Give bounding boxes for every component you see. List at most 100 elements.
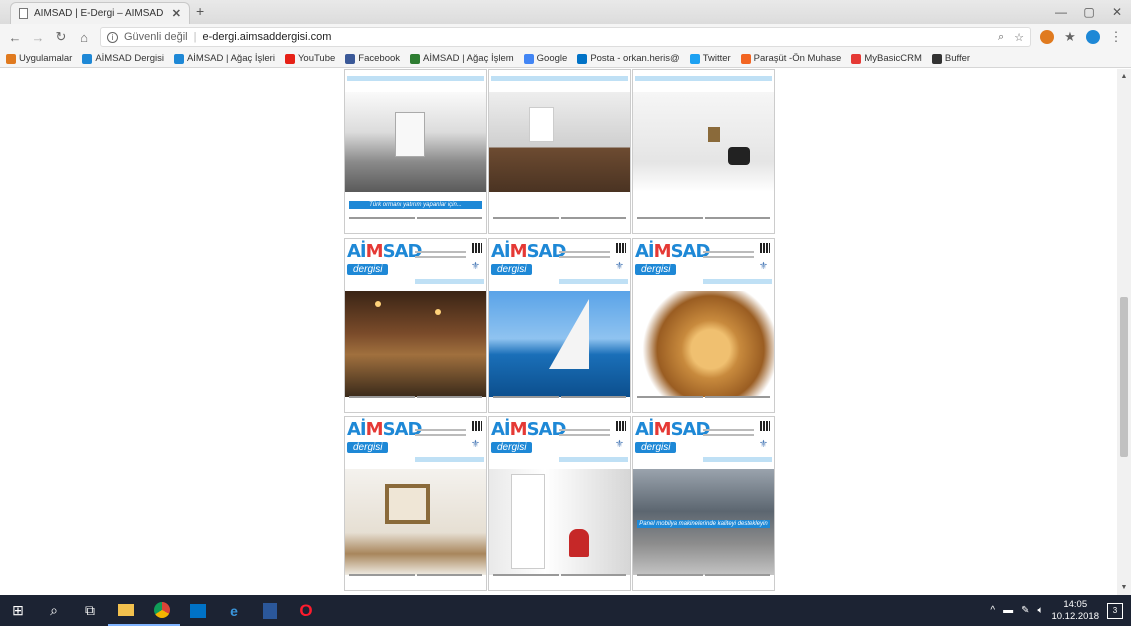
scroll-up-icon[interactable]: ▲ xyxy=(1117,73,1131,80)
qr-code-icon xyxy=(616,242,626,253)
close-tab-icon[interactable]: ✕ xyxy=(172,7,181,20)
bookmark-favicon-icon xyxy=(82,53,93,64)
file-explorer-icon[interactable] xyxy=(108,595,144,626)
apps-icon xyxy=(6,53,16,64)
search-icon[interactable]: ⌕ xyxy=(36,595,72,626)
cover-bar xyxy=(347,76,484,81)
zoom-icon[interactable]: ⌕ xyxy=(998,31,1004,44)
windows-start-icon[interactable]: ⊞ xyxy=(0,595,36,626)
bookmark-item[interactable]: Facebook xyxy=(345,53,400,64)
home-button[interactable]: ⌂ xyxy=(77,30,91,45)
cover-headlines xyxy=(489,215,630,233)
new-tab-button[interactable]: + xyxy=(196,3,204,19)
bookmark-item[interactable]: AİMSAD Dergisi xyxy=(82,53,164,64)
chrome-icon[interactable] xyxy=(144,595,180,626)
twitter-icon xyxy=(689,53,700,64)
forward-button[interactable]: → xyxy=(31,30,45,45)
word-icon[interactable] xyxy=(252,595,288,626)
emblem-icon: ⚜ xyxy=(471,260,480,272)
volume-icon[interactable]: 🔈︎ xyxy=(1037,605,1043,616)
emblem-icon: ⚜ xyxy=(615,260,624,272)
emblem-icon: ⚜ xyxy=(471,439,480,451)
edge-icon[interactable]: e xyxy=(216,595,252,626)
cover-photo xyxy=(633,290,774,397)
maximize-button[interactable]: ▢ xyxy=(1075,0,1103,24)
cover-headlines xyxy=(489,394,630,412)
scrollbar-thumb[interactable] xyxy=(1120,297,1128,457)
tab-title: AİMSAD | E-Dergi – AİMSAD Der xyxy=(34,8,166,19)
chair-shape xyxy=(569,529,589,558)
sail-shape xyxy=(549,298,589,369)
google-icon xyxy=(523,53,534,64)
chair-shape xyxy=(728,147,750,165)
aimsad-logo: AİMSAD dergisi xyxy=(491,240,566,275)
bookmark-item[interactable]: Google xyxy=(523,53,567,64)
magazine-cover[interactable]: AİMSAD dergisi ⚜ Panel mobilya makineleri… xyxy=(632,416,775,592)
network-icon[interactable]: ▬ xyxy=(1003,605,1013,616)
cover-photo xyxy=(489,469,630,576)
browser-tab[interactable]: AİMSAD | E-Dergi – AİMSAD Der ✕ xyxy=(10,2,190,24)
cover-headlines xyxy=(633,572,774,590)
toolbar: ← → ↻ ⌂ i Güvenli değil | e-dergi.aimsad… xyxy=(0,24,1131,50)
bookmark-item[interactable]: MyBasicCRM xyxy=(851,53,922,64)
opera-icon[interactable]: O xyxy=(288,595,324,626)
bookmark-favicon-icon xyxy=(740,53,751,64)
star-icon[interactable]: ★ xyxy=(1063,29,1077,45)
cover-headlines xyxy=(345,394,486,412)
qr-code-icon xyxy=(472,242,482,253)
bookmark-item[interactable]: Uygulamalar xyxy=(6,53,72,64)
bookmark-item[interactable]: YouTube xyxy=(284,53,335,64)
extension-icon[interactable] xyxy=(1040,30,1054,44)
bookmark-item[interactable]: Buffer xyxy=(931,53,970,64)
address-bar[interactable]: i Güvenli değil | e-dergi.aimsaddergisi.… xyxy=(100,27,1031,47)
aimsad-logo: AİMSAD dergisi xyxy=(491,419,566,454)
bookmark-star-icon[interactable]: ☆ xyxy=(1014,31,1024,44)
cover-masthead: AİMSAD dergisi ⚜ xyxy=(345,238,486,291)
title-bar: AİMSAD | E-Dergi – AİMSAD Der ✕ + — ▢ ✕ xyxy=(0,0,1131,24)
cover-masthead xyxy=(633,70,774,92)
magazine-cover[interactable] xyxy=(488,69,631,234)
reload-button[interactable]: ↻ xyxy=(54,29,68,45)
outlook-icon xyxy=(577,53,588,64)
bookmark-item[interactable]: Twitter xyxy=(689,53,731,64)
clock[interactable]: 14:05 10.12.2018 xyxy=(1051,599,1099,623)
notifications-badge[interactable]: 3 xyxy=(1107,602,1123,619)
back-button[interactable]: ← xyxy=(8,30,22,45)
magazine-cover[interactable]: AİMSAD dergisi ⚜ xyxy=(344,237,487,413)
cover-headlines xyxy=(633,394,774,412)
scroll-down-icon[interactable]: ▼ xyxy=(1117,584,1131,591)
cover-banner: Panel mobilya makinelerinde kaliteyi des… xyxy=(637,520,770,529)
cover-masthead xyxy=(489,70,630,92)
vertical-scrollbar[interactable]: ▲ ▼ xyxy=(1117,69,1131,595)
frame-shape xyxy=(385,484,430,525)
profile-avatar[interactable] xyxy=(1086,30,1100,44)
bookmark-item[interactable]: AİMSAD | Ağaç İşlem xyxy=(410,53,514,64)
cover-banner: Türk ormanı yatırım yapanlar için... xyxy=(349,201,482,209)
info-icon[interactable]: i xyxy=(107,31,118,43)
aimsad-logo: AİMSAD dergisi xyxy=(347,419,422,454)
bookmark-item[interactable]: AİMSAD | Ağaç İşleri xyxy=(173,53,275,64)
magazine-cover[interactable]: AİMSAD dergisi ⚜ xyxy=(488,416,631,592)
chevron-up-icon[interactable]: ^ xyxy=(990,605,995,616)
minimize-button[interactable]: — xyxy=(1047,0,1075,24)
cover-masthead: AİMSAD dergisi ⚜ xyxy=(345,417,486,470)
cover-bar xyxy=(491,76,628,81)
cover-headlines xyxy=(633,215,774,233)
task-view-icon[interactable]: ⧉ xyxy=(72,595,108,626)
bookmark-item[interactable]: Paraşüt -Ön Muhase xyxy=(740,53,841,64)
cover-headlines xyxy=(489,572,630,590)
close-window-button[interactable]: ✕ xyxy=(1103,0,1131,24)
menu-icon[interactable]: ⋮ xyxy=(1109,29,1123,45)
qr-code-icon xyxy=(616,421,626,432)
magazine-cover[interactable]: Türk ormanı yatırım yapanlar için... xyxy=(344,69,487,234)
magazine-cover[interactable]: AİMSAD dergisi ⚜ xyxy=(344,416,487,592)
magazine-cover[interactable]: AİMSAD dergisi ⚜ xyxy=(488,237,631,413)
cover-photo xyxy=(345,290,486,397)
magazine-cover[interactable]: AİMSAD dergisi ⚜ xyxy=(632,237,775,413)
outlook-icon[interactable] xyxy=(180,595,216,626)
cover-masthead: AİMSAD dergisi ⚜ xyxy=(633,417,774,470)
magazine-cover[interactable] xyxy=(632,69,775,234)
pen-icon[interactable]: ✎ xyxy=(1021,605,1029,616)
qr-code-icon xyxy=(472,421,482,432)
bookmark-item[interactable]: Posta - orkan.heris@ xyxy=(577,53,680,64)
